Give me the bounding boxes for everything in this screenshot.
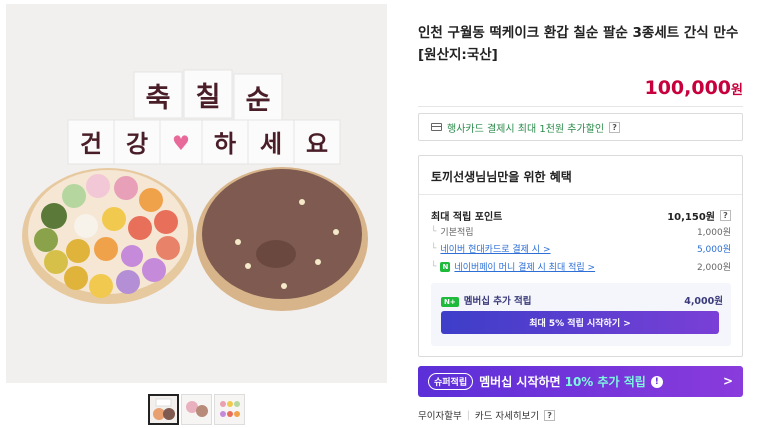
- naver-plus-icon: N+: [441, 297, 459, 307]
- point-row-npay-money[interactable]: └ N 네이버페이 머니 결제 시 최대 적립 > 2,000원: [431, 260, 731, 273]
- price-value: 100,000: [644, 77, 732, 99]
- sign-top: 축 칠 순: [133, 69, 283, 121]
- npay-icon: N: [440, 261, 451, 272]
- member-benefit-box: 토끼선생님님만을 위한 혜택 최대 적립 포인트 10,150원 ? └ 기본적립…: [418, 155, 743, 357]
- product-price: 100,000원: [644, 77, 743, 99]
- svg-text:강: 강: [126, 130, 148, 158]
- point-row-value: 2,000원: [696, 263, 731, 273]
- super-banner-highlight: 10% 추가 적립: [564, 375, 646, 389]
- svg-text:요: 요: [306, 130, 328, 158]
- membership-points-box: N+ 멤버십 추가 적립 4,000원 최대 5% 적립 시작하기 >: [431, 283, 731, 346]
- separator: |: [466, 409, 470, 421]
- sign-bottom: 건 강 ♥ 하 세 요: [67, 119, 341, 165]
- super-banner-text: 멤버십 시작하면: [479, 375, 561, 389]
- thumbnail-2[interactable]: [181, 394, 212, 425]
- point-row-hyundai-card[interactable]: └ 네이버 현대카드로 결제 시 > 5,000원: [431, 242, 731, 256]
- product-main-image[interactable]: 축 칠 순 건 강 ♥ 하 세 요: [6, 4, 387, 383]
- card-discount-banner[interactable]: 행사카드 결제시 최대 1천원 추가할인 ?: [418, 113, 743, 141]
- help-icon[interactable]: ?: [720, 210, 731, 221]
- start-membership-button[interactable]: 최대 5% 적립 시작하기 >: [441, 311, 719, 334]
- product-gallery: 축 칠 순 건 강 ♥ 하 세 요: [0, 0, 388, 428]
- point-row-label: 기본적립: [440, 228, 474, 238]
- super-points-banner[interactable]: 슈퍼적립 멤버십 시작하면 10% 추가 적립 ! >: [418, 366, 743, 397]
- divider: [419, 194, 742, 195]
- card-discount-label: 행사카드 결제시 최대 1천원 추가할인: [447, 123, 605, 135]
- flower-rice-cake-box: [22, 168, 194, 304]
- npay-money-link[interactable]: 네이버페이 머니 결제 시 최대 적립 >: [454, 260, 595, 273]
- info-icon: !: [650, 375, 663, 388]
- membership-label: 멤버십 추가 적립: [463, 296, 532, 307]
- svg-text:♥: ♥: [172, 131, 190, 155]
- rice-cake-illustration: 축 칠 순 건 강 ♥ 하 세 요: [6, 4, 387, 383]
- price-currency: 원: [731, 83, 743, 98]
- sign-char: 축: [146, 83, 171, 114]
- membership-value: 4,000원: [684, 296, 723, 307]
- super-points-tag: 슈퍼적립: [428, 373, 474, 390]
- thumbnail-strip: [148, 394, 245, 425]
- sign-char: 순: [246, 85, 271, 116]
- max-points-value: 10,150원: [667, 212, 715, 223]
- thumbnail-1[interactable]: [148, 394, 179, 425]
- point-row-value: 5,000원: [696, 245, 731, 255]
- max-points-label: 최대 적립 포인트: [431, 212, 503, 223]
- max-points-row: 최대 적립 포인트 10,150원 ?: [431, 208, 731, 223]
- hyundai-card-link[interactable]: 네이버 현대카드로 결제 시 >: [440, 242, 550, 255]
- svg-text:세: 세: [260, 130, 282, 158]
- divider: [418, 106, 743, 107]
- card-detail-link[interactable]: 카드 자세히보기: [475, 408, 539, 422]
- bean-rice-cake-box: [196, 167, 368, 311]
- sign-char: 칠: [196, 82, 221, 113]
- help-icon[interactable]: ?: [609, 121, 621, 133]
- product-title: 인천 구월동 떡케이크 환갑 칠순 팔순 3종세트 간식 만수 [원산지:국산]: [418, 25, 739, 63]
- svg-text:하: 하: [214, 130, 236, 158]
- help-icon[interactable]: ?: [544, 409, 556, 421]
- credit-card-icon: [431, 123, 442, 131]
- svg-text:건: 건: [80, 130, 102, 158]
- installment-link[interactable]: 무이자할부: [418, 408, 462, 422]
- point-row-value: 1,000원: [696, 228, 731, 238]
- membership-row: N+ 멤버십 추가 적립 4,000원: [441, 293, 723, 307]
- chevron-right-icon: >: [722, 374, 733, 388]
- payment-links: 무이자할부 | 카드 자세히보기 ?: [418, 408, 556, 422]
- point-row-basic: └ 기본적립 1,000원: [431, 226, 731, 239]
- benefit-heading: 토끼선생님님만을 위한 혜택: [431, 170, 572, 184]
- thumbnail-3[interactable]: [214, 394, 245, 425]
